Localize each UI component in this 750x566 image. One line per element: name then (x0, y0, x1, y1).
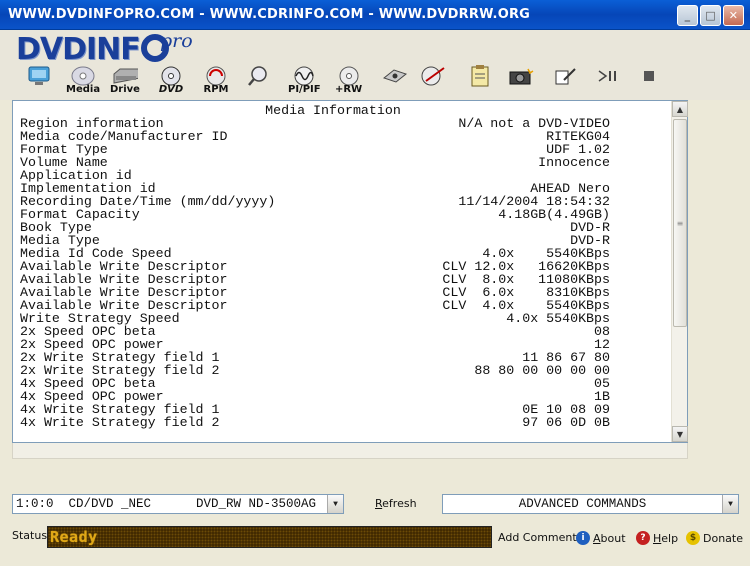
horizontal-scrollbar[interactable] (12, 443, 688, 459)
wave-icon (291, 66, 317, 86)
close-button[interactable]: ✕ (723, 5, 744, 26)
info-value: Innocence (538, 155, 610, 170)
donate-icon: $ (686, 531, 700, 545)
refresh-button[interactable]: Refresh (375, 497, 417, 510)
info-icon: i (576, 531, 590, 545)
logo-text: DVDINF (16, 32, 141, 67)
vertical-scrollbar[interactable]: ▲ ≡ ▼ (671, 101, 688, 442)
status-display: Ready (47, 526, 492, 548)
rpm-icon (203, 66, 229, 86)
disc-icon (70, 66, 96, 86)
title-bar: WWW.DVDINFOPRO.COM - WWW.CDRINFO.COM - W… (0, 0, 750, 30)
help-icon: ? (636, 531, 650, 545)
play-pause-button[interactable] (595, 66, 621, 98)
clipboard-icon (467, 65, 493, 87)
camera-button[interactable] (508, 66, 534, 98)
rpm-button[interactable]: RPM (203, 66, 229, 98)
info-value: 97 06 0D 0B (522, 415, 610, 430)
rw-button[interactable]: +RW (335, 66, 362, 98)
disc-tool-icon (420, 66, 446, 86)
info-row: Book Type DVD-R (20, 221, 610, 234)
window-controls: _ □ ✕ (677, 5, 744, 26)
minimize-button[interactable]: _ (677, 5, 698, 26)
help-link[interactable]: ? Help (636, 531, 678, 545)
rw-icon (336, 66, 362, 86)
chevron-down-icon[interactable]: ▼ (327, 495, 343, 513)
drive-select[interactable]: 1:0:0 CD/DVD _NEC DVD_RW ND-3500AG ▼ (12, 494, 344, 514)
media-info-panel[interactable]: Media Information Region information N/A … (12, 100, 688, 443)
disc-tool-button[interactable] (420, 66, 446, 98)
drive-button[interactable]: Drive (110, 66, 140, 98)
logo-pro-text: pro (160, 30, 193, 52)
edit-button[interactable] (553, 66, 579, 98)
media-info-rows: Region information N/A not a DVD-VIDEO Med… (20, 117, 610, 429)
info-value: 88 80 00 00 00 00 (474, 363, 610, 378)
donate-link[interactable]: $ Donate (686, 531, 743, 545)
edit-icon (553, 66, 579, 86)
info-row: 4x Write Strategy field 2 97 06 0D 0B (20, 416, 610, 429)
add-comment-link[interactable]: Add Comment (498, 531, 577, 544)
info-row: Media code/Manufacturer ID RITEKG04 (20, 130, 610, 143)
about-link[interactable]: i About (576, 531, 626, 545)
burner-button[interactable] (382, 66, 408, 98)
camera-icon (508, 66, 534, 86)
scroll-down-button[interactable]: ▼ (672, 426, 688, 442)
info-row: Format Capacity 4.18GB(4.49GB) (20, 208, 610, 221)
stop-button[interactable] (636, 66, 662, 98)
play-pause-icon (595, 66, 621, 86)
scan-button[interactable] (245, 66, 271, 98)
dvd-button[interactable]: DVD (158, 66, 184, 98)
scroll-up-button[interactable]: ▲ (672, 101, 688, 117)
status-text: Ready (50, 528, 98, 546)
scroll-thumb[interactable]: ≡ (673, 119, 687, 327)
toolbar: Media Drive DVD RPM PI/PIF +RW (20, 65, 670, 100)
burner-icon (382, 66, 408, 86)
clipboard-button[interactable] (467, 65, 493, 98)
magnifier-icon (245, 66, 271, 86)
dvd-icon (158, 66, 184, 86)
monitor-icon (26, 66, 52, 86)
app-logo: DVDINF (16, 32, 169, 67)
info-key: 4x Write Strategy field 2 (20, 415, 220, 430)
status-label: Status (12, 529, 48, 542)
advanced-commands-select[interactable]: ADVANCED COMMANDS ▼ (442, 494, 739, 514)
drive-icon (112, 66, 138, 86)
chevron-down-icon[interactable]: ▼ (722, 495, 738, 513)
maximize-button[interactable]: □ (700, 5, 721, 26)
window-title: WWW.DVDINFOPRO.COM - WWW.CDRINFO.COM - W… (8, 7, 531, 22)
media-button[interactable]: Media (66, 66, 100, 98)
stop-icon (636, 66, 662, 86)
monitor-button[interactable] (26, 66, 52, 98)
header: DVDINF pro Media Drive DVD RPM PI/PIF +R… (0, 30, 750, 100)
info-row: Format Type UDF 1.02 (20, 143, 610, 156)
pipif-button[interactable]: PI/PIF (288, 66, 321, 98)
